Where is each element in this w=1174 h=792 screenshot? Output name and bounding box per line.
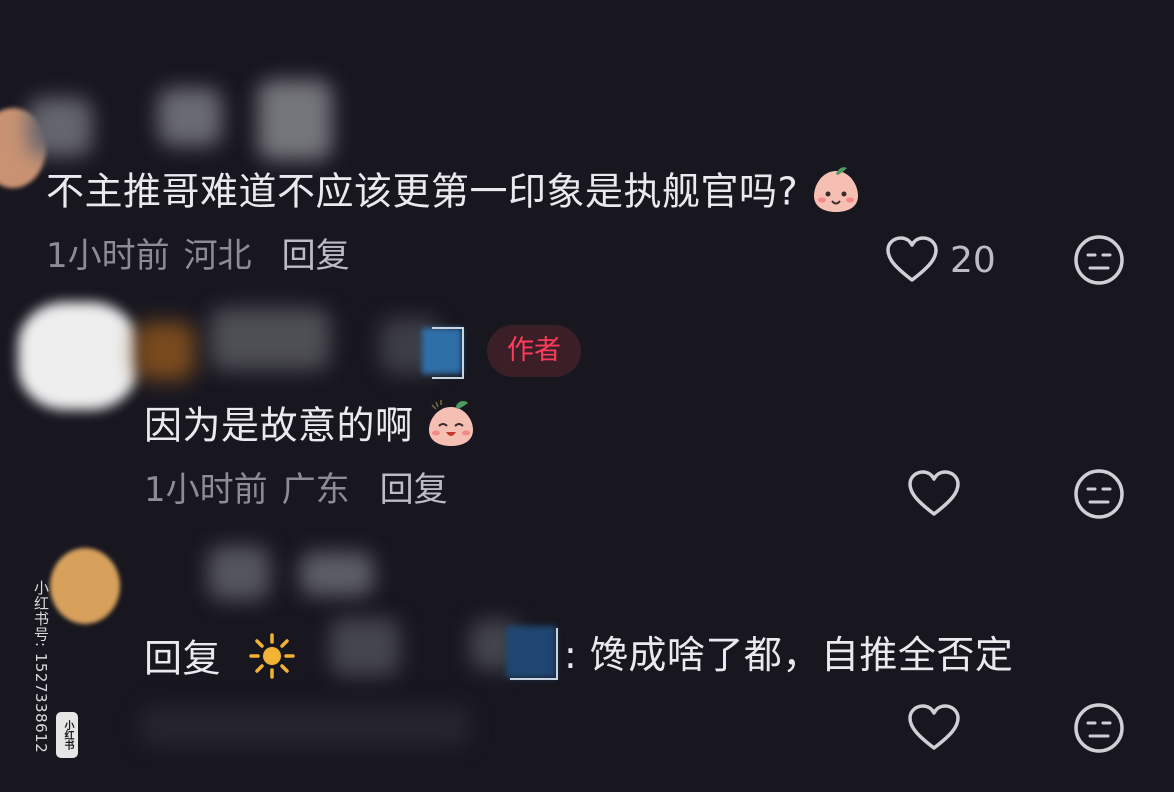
blurred-meta [140,706,470,746]
watermark-text: 小红书号: 1527338612 [32,580,50,754]
comment-text: 不主推哥难道不应该更第一印象是执舰官吗? [46,164,861,224]
blurred-username [135,322,195,380]
comment-text: 回复 [144,632,296,690]
sun-emoji [248,632,296,690]
comment-location: 广东 [281,470,350,510]
heart-icon [908,470,960,516]
blurred-username [158,88,222,146]
reply-button[interactable]: 回复 [282,236,350,276]
watermark-logo: 小红书 [56,712,78,758]
comment-text-content: 因为是故意的啊 [144,403,414,448]
heart-icon [908,704,960,750]
heart-icon [886,236,938,282]
avatar[interactable] [50,548,120,624]
avatar[interactable] [18,302,138,410]
comment-time: 1小时前 [46,236,170,276]
comment-time: 1小时前 [144,470,268,510]
comment-location: 河北 [183,236,252,276]
meh-face-icon [1074,469,1124,519]
comment-text: 因为是故意的啊 [144,398,476,458]
blurred-username [208,546,270,600]
like-button[interactable] [907,704,961,752]
laughing-peach-emoji [426,398,476,458]
meh-face-icon [1074,235,1124,285]
like-count: 20 [950,240,996,281]
reply-prefix: 回复 [144,636,222,681]
reply-button[interactable]: 回复 [380,470,448,510]
blurred-username [210,308,330,370]
peach-face-emoji [811,164,861,224]
comment-meta: 1小时前 河北 回复 [46,236,350,276]
dislike-button[interactable] [1072,701,1126,755]
username-frame [510,628,558,680]
like-button[interactable] [907,470,961,518]
blurred-username [28,98,92,156]
blurred-username [258,80,332,160]
comment-meta: 1小时前 广东 回复 [144,470,448,510]
comment-text: : 馋成啥了都，自推全否定 [564,633,1014,677]
meh-face-icon [1074,703,1124,753]
like-button[interactable] [885,236,939,284]
author-badge: 作者 [487,325,581,377]
blurred-username [330,618,400,676]
dislike-button[interactable] [1072,233,1126,287]
username-frame [432,327,464,379]
blurred-username [300,552,374,596]
comment-text-content: 不主推哥难道不应该更第一印象是执舰官吗? [46,169,799,214]
dislike-button[interactable] [1072,467,1126,521]
